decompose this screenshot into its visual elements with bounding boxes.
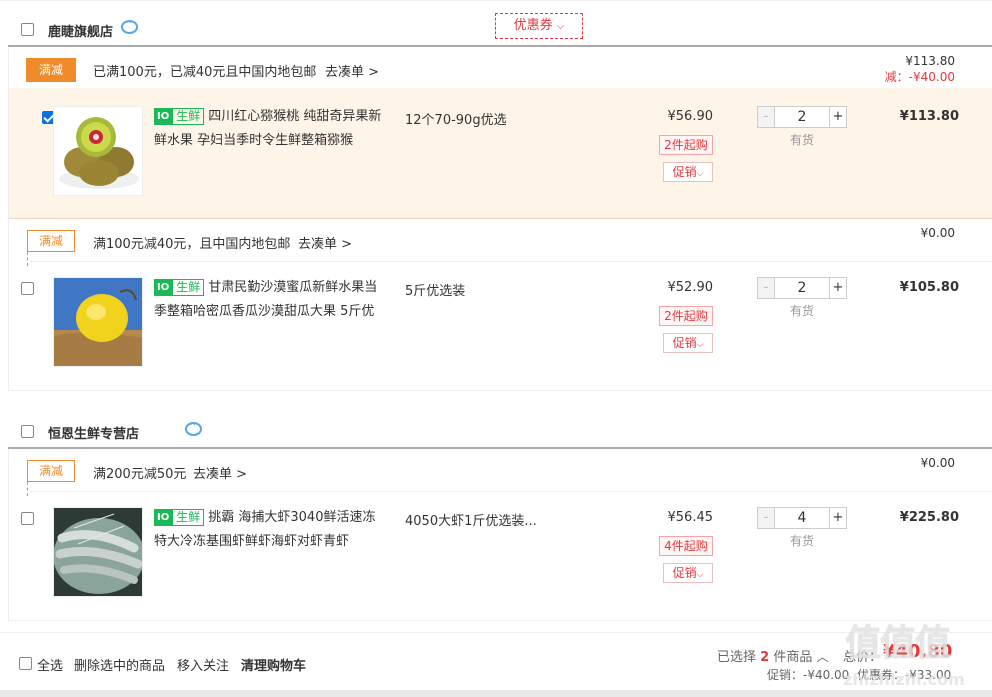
decrement-button[interactable]: - — [757, 106, 775, 128]
increment-button[interactable]: + — [829, 507, 847, 529]
chevron-up-icon: ︿ — [816, 650, 829, 664]
promo-button-label: 促销 — [672, 165, 697, 179]
item-1-spec: 12个70-90g优选 — [405, 113, 507, 128]
fresh-badge-text: 生鲜 — [172, 509, 205, 526]
fresh-badge: IO 生鲜 — [154, 509, 205, 526]
item-3-total: ¥225.80 — [899, 510, 959, 525]
fresh-badge-text: 生鲜 — [172, 108, 205, 125]
item-3-title-block[interactable]: IO 生鲜 挑霸 海捕大虾3040鲜活速冻特大冷冻基围虾鲜虾海虾对虾青虾 — [154, 506, 384, 554]
item-2-promo-button[interactable]: 促销⌵ — [663, 333, 713, 353]
shrimp-image[interactable] — [53, 507, 143, 597]
item-1-promo-button[interactable]: 促销⌵ — [663, 162, 713, 182]
promo-link[interactable]: 去凑单 > — [325, 61, 379, 80]
chevron-down-icon: ⌵ — [556, 21, 565, 32]
select-all-label[interactable]: 全选 — [37, 655, 63, 674]
item-1-stock: 有货 — [789, 133, 814, 147]
promo-connector — [27, 482, 28, 496]
selected-prefix: 已选择 — [717, 650, 757, 665]
promo-subtotal: ¥113.80 — [905, 54, 955, 68]
promo-connector — [27, 252, 28, 266]
footer-bottom-strip — [0, 690, 992, 697]
promo-subtotal: ¥0.00 — [920, 226, 955, 240]
promo-text: 已满100元，已减40元且中国内地包邮 — [93, 65, 317, 80]
shop-2-checkbox[interactable] — [21, 425, 34, 438]
promo-subtotal: ¥0.00 — [920, 456, 955, 470]
promo-button-label: 促销 — [672, 336, 697, 350]
item-1-title-block[interactable]: IO 生鲜 四川红心猕猴桃 纯甜奇异果新鲜水果 孕妇当季时令生鲜整箱猕猴 — [154, 105, 384, 153]
shop-1-checkbox[interactable] — [21, 23, 34, 36]
selected-summary[interactable]: 已选择 2 件商品 ︿ — [717, 646, 829, 665]
item-2-min-buy: 2件起购 — [659, 306, 713, 326]
quantity-input[interactable]: 4 — [775, 507, 829, 529]
item-2-spec: 5斤优选装 — [405, 284, 466, 299]
fresh-badge-logo: IO — [154, 108, 173, 125]
chevron-down-icon: ⌵ — [696, 169, 704, 179]
item-3-price: ¥56.45 — [667, 510, 714, 525]
coupon-button[interactable]: 优惠券 ⌵ — [495, 13, 583, 39]
move-to-follow-link[interactable]: 移入关注 — [177, 655, 229, 674]
shop-1-name[interactable]: 鹿睫旗舰店 — [48, 21, 113, 40]
item-2-stock: 有货 — [789, 304, 814, 318]
shop-2-name[interactable]: 恒恩生鲜专营店 — [48, 423, 139, 442]
coupon-label: 优惠券 — [513, 18, 553, 33]
promo-link[interactable]: 去凑单 > — [298, 233, 352, 252]
watermark-url: zhizhizhi.com — [843, 670, 965, 689]
promo-link[interactable]: 去凑单 > — [193, 463, 247, 482]
decrement-button[interactable]: - — [757, 507, 775, 529]
fresh-badge-logo: IO — [154, 279, 173, 296]
item-1-price: ¥56.90 — [667, 109, 714, 124]
chevron-down-icon: ⌵ — [696, 340, 704, 350]
promo-text: 满200元减50元 — [93, 467, 187, 482]
watermark-logo: 值值值 — [845, 623, 951, 664]
increment-button[interactable]: + — [829, 106, 847, 128]
item-2-price: ¥52.90 — [667, 280, 714, 295]
promo-tag: 满减 — [27, 230, 75, 252]
fresh-badge: IO 生鲜 — [154, 279, 205, 296]
item-3-spec: 4050大虾1斤优选装... — [405, 514, 537, 529]
item-1-total: ¥113.80 — [899, 109, 959, 124]
item-2-quantity-stepper: - 2 + — [757, 277, 847, 299]
row-divider — [30, 491, 992, 492]
select-all-checkbox[interactable] — [19, 657, 32, 670]
item-1-min-buy: 2件起购 — [659, 135, 713, 155]
item-3-promo-button[interactable]: 促销⌵ — [663, 563, 713, 583]
item-2-title-block[interactable]: IO 生鲜 甘肃民勤沙漠蜜瓜新鲜水果当季整箱哈密瓜香瓜沙漠甜瓜大果 5斤优 — [154, 276, 384, 324]
item-3-checkbox[interactable] — [21, 512, 34, 525]
promo-tag: 满减 — [26, 58, 76, 82]
increment-button[interactable]: + — [829, 277, 847, 299]
item-2-checkbox[interactable] — [21, 282, 34, 295]
chevron-down-icon: ⌵ — [696, 570, 704, 580]
melon-image[interactable] — [53, 277, 143, 367]
selected-suffix: 件商品 — [773, 650, 813, 665]
item-2-total: ¥105.80 — [899, 280, 959, 295]
fresh-badge-text: 生鲜 — [172, 279, 205, 296]
chat-icon[interactable] — [185, 418, 203, 436]
item-1-quantity-stepper: - 2 + — [757, 106, 847, 128]
top-divider — [0, 0, 992, 1]
item-3-min-buy: 4件起购 — [659, 536, 713, 556]
decrement-button[interactable]: - — [757, 277, 775, 299]
promo-text: 满100元减40元，且中国内地包邮 — [93, 237, 291, 252]
quantity-input[interactable]: 2 — [775, 277, 829, 299]
quantity-input[interactable]: 2 — [775, 106, 829, 128]
fresh-badge: IO 生鲜 — [154, 108, 205, 125]
promo-button-label: 促销 — [672, 566, 697, 580]
fresh-badge-logo: IO — [154, 509, 173, 526]
promo-discount: 减：-¥40.00 — [884, 70, 955, 84]
delete-selected-link[interactable]: 删除选中的商品 — [74, 655, 165, 674]
item-3-quantity-stepper: - 4 + — [757, 507, 847, 529]
kiwi-image[interactable] — [53, 106, 143, 196]
selected-count: 2 — [760, 650, 770, 665]
row-divider — [30, 261, 992, 262]
clear-cart-link[interactable]: 清理购物车 — [241, 655, 306, 674]
promo-tag: 满减 — [27, 460, 75, 482]
chat-icon[interactable] — [121, 16, 138, 34]
item-3-stock: 有货 — [789, 534, 814, 548]
